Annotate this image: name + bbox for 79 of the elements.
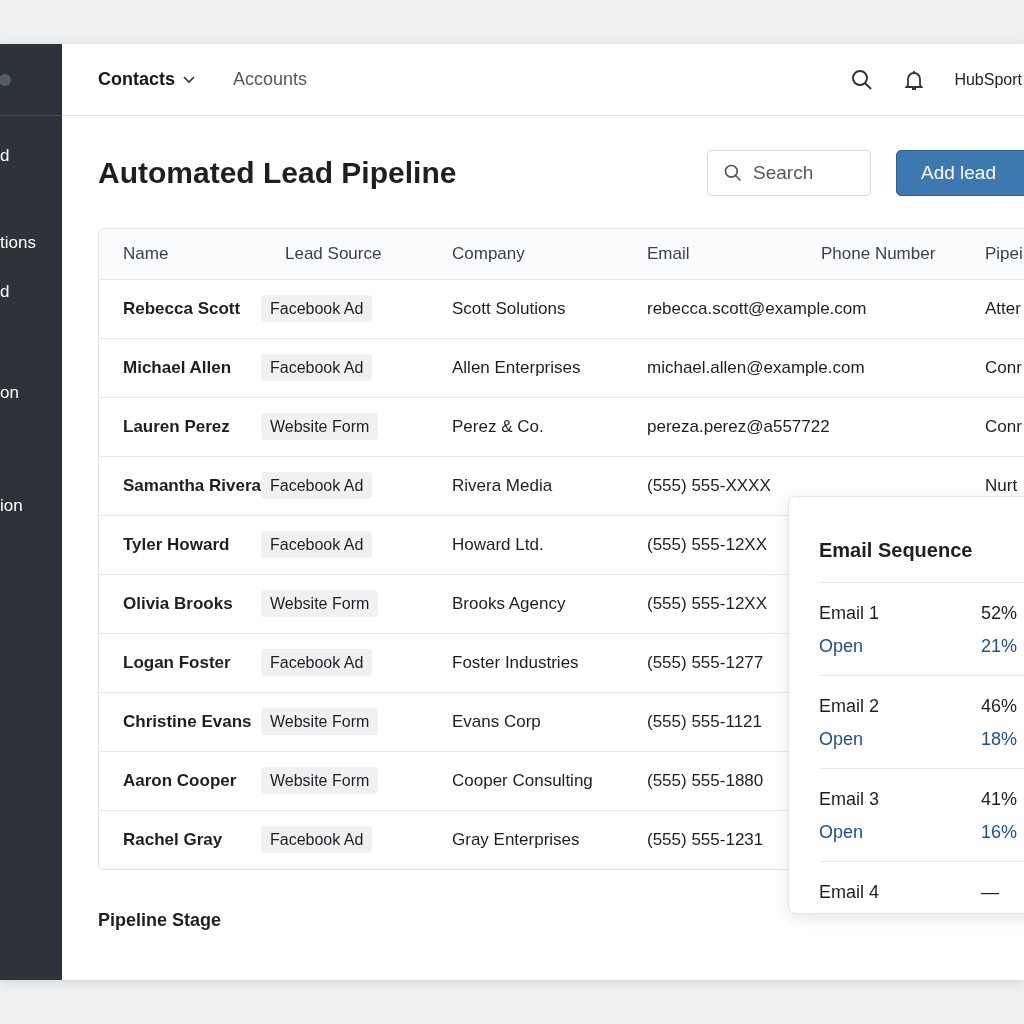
table-cell: (555) 555-12XX (647, 535, 768, 554)
table-cell-text: Conr (984, 417, 1023, 437)
table-cell-text: Brooks Agency (451, 594, 567, 614)
column-header[interactable]: Email (623, 244, 797, 264)
account-name[interactable]: HubSport (954, 70, 1022, 89)
panel-title: Email Sequence (819, 497, 1024, 583)
table-cell-text: Rivera Media (451, 476, 554, 496)
source-tag: Facebook Ad (261, 826, 373, 853)
sidebar-item[interactable]: ion (0, 496, 62, 516)
nav-tab[interactable]: Accounts (233, 69, 308, 90)
table-cell-text: Cooper Consulting (451, 771, 594, 791)
source-tag: Website Form (261, 767, 379, 794)
open-label: Open (819, 822, 865, 843)
source-tag: Website Form (261, 590, 379, 617)
sidebar-item[interactable]: tions (0, 233, 62, 253)
table-cell-text: Lauren Perez (122, 417, 231, 437)
column-header[interactable]: Pipei (961, 244, 1024, 264)
chevron-icon (183, 75, 195, 84)
table-cell: michael.allen@example.com (647, 358, 865, 377)
table-cell: (555) 555-1880 (647, 771, 764, 790)
table-cell-text: Christine Evans (122, 712, 253, 732)
sidebar-item[interactable]: d (0, 146, 62, 166)
table-cell-text: Atter (984, 299, 1022, 319)
column-header[interactable]: Name (99, 244, 261, 264)
table-cell-text: Aaron Cooper (122, 771, 238, 791)
table-cell-text: Conr (984, 358, 1023, 378)
table-cell-text: Michael Allen (122, 358, 232, 378)
table-cell: (555) 555-1121 (647, 712, 762, 731)
open-label: Open (819, 729, 865, 750)
table-cell: (555) 555-12XX (647, 594, 768, 613)
column-header[interactable]: Lead Source (261, 244, 428, 264)
email-rate: 52% (981, 603, 1019, 624)
source-tag: Website Form (261, 708, 379, 735)
table-cell-text: Rachel Gray (122, 830, 224, 850)
email-rate: 41% (981, 789, 1019, 810)
source-tag: Website Form (261, 413, 379, 440)
email-rate: — (981, 882, 1000, 903)
sidebar-item[interactable]: d (0, 282, 62, 302)
page-title: Automated Lead Pipeline (98, 156, 458, 190)
source-tag: Facebook Ad (261, 649, 373, 676)
table-cell-text: Evans Corp (451, 712, 542, 732)
table-cell: pereza.perez@a557722 (647, 417, 830, 436)
open-rate: 21% (981, 636, 1019, 657)
email-name: Email 3 (819, 789, 881, 810)
column-header[interactable]: Company (428, 244, 623, 264)
table-cell-text: Nurt (984, 476, 1019, 496)
section-heading: Pipeline Stage (98, 910, 223, 931)
column-header[interactable]: Phone Number (797, 244, 961, 264)
table-cell-text: Samantha Rivera (122, 476, 261, 496)
source-tag: Facebook Ad (261, 354, 373, 381)
source-tag: Facebook Ad (261, 531, 373, 558)
email-rate: 46% (981, 696, 1019, 717)
table-cell-text: Allen Enterprises (451, 358, 582, 378)
table-cell-text: Scott Solutions (451, 299, 567, 319)
source-tag: Facebook Ad (261, 472, 373, 499)
table-cell-text: Foster Industries (451, 653, 580, 673)
email-name: Email 2 (819, 696, 881, 717)
dot-icon (0, 73, 11, 86)
table-cell-text: Tyler Howard (122, 535, 231, 555)
table-cell-text: Rebecca Scott (122, 299, 242, 319)
table-cell: (555) 555-1277 (647, 653, 764, 672)
table-cell-text: Logan Foster (122, 653, 232, 673)
nav-tab[interactable]: Contacts (98, 69, 195, 90)
open-rate: 18% (981, 729, 1019, 750)
sidebar-item[interactable]: on (0, 383, 62, 403)
table-cell: (555) 555-1231 (647, 830, 764, 849)
table-cell: (555) 555-XXXX (647, 476, 771, 495)
table-cell-text: Gray Enterprises (451, 830, 581, 850)
table-cell-text: Howard Ltd. (451, 535, 545, 555)
open-label: Open (819, 636, 865, 657)
table-cell-text: Olivia Brooks (122, 594, 234, 614)
search-field[interactable]: Search (707, 150, 871, 196)
add-lead-button[interactable]: Add lead (896, 150, 1024, 196)
email-name: Email 4 (819, 882, 881, 903)
source-tag: Facebook Ad (261, 295, 373, 322)
table-cell: rebecca.scott@example.com (647, 299, 867, 318)
open-rate: 16% (981, 822, 1019, 843)
table-cell-text: Perez & Co. (451, 417, 545, 437)
email-name: Email 1 (819, 603, 881, 624)
